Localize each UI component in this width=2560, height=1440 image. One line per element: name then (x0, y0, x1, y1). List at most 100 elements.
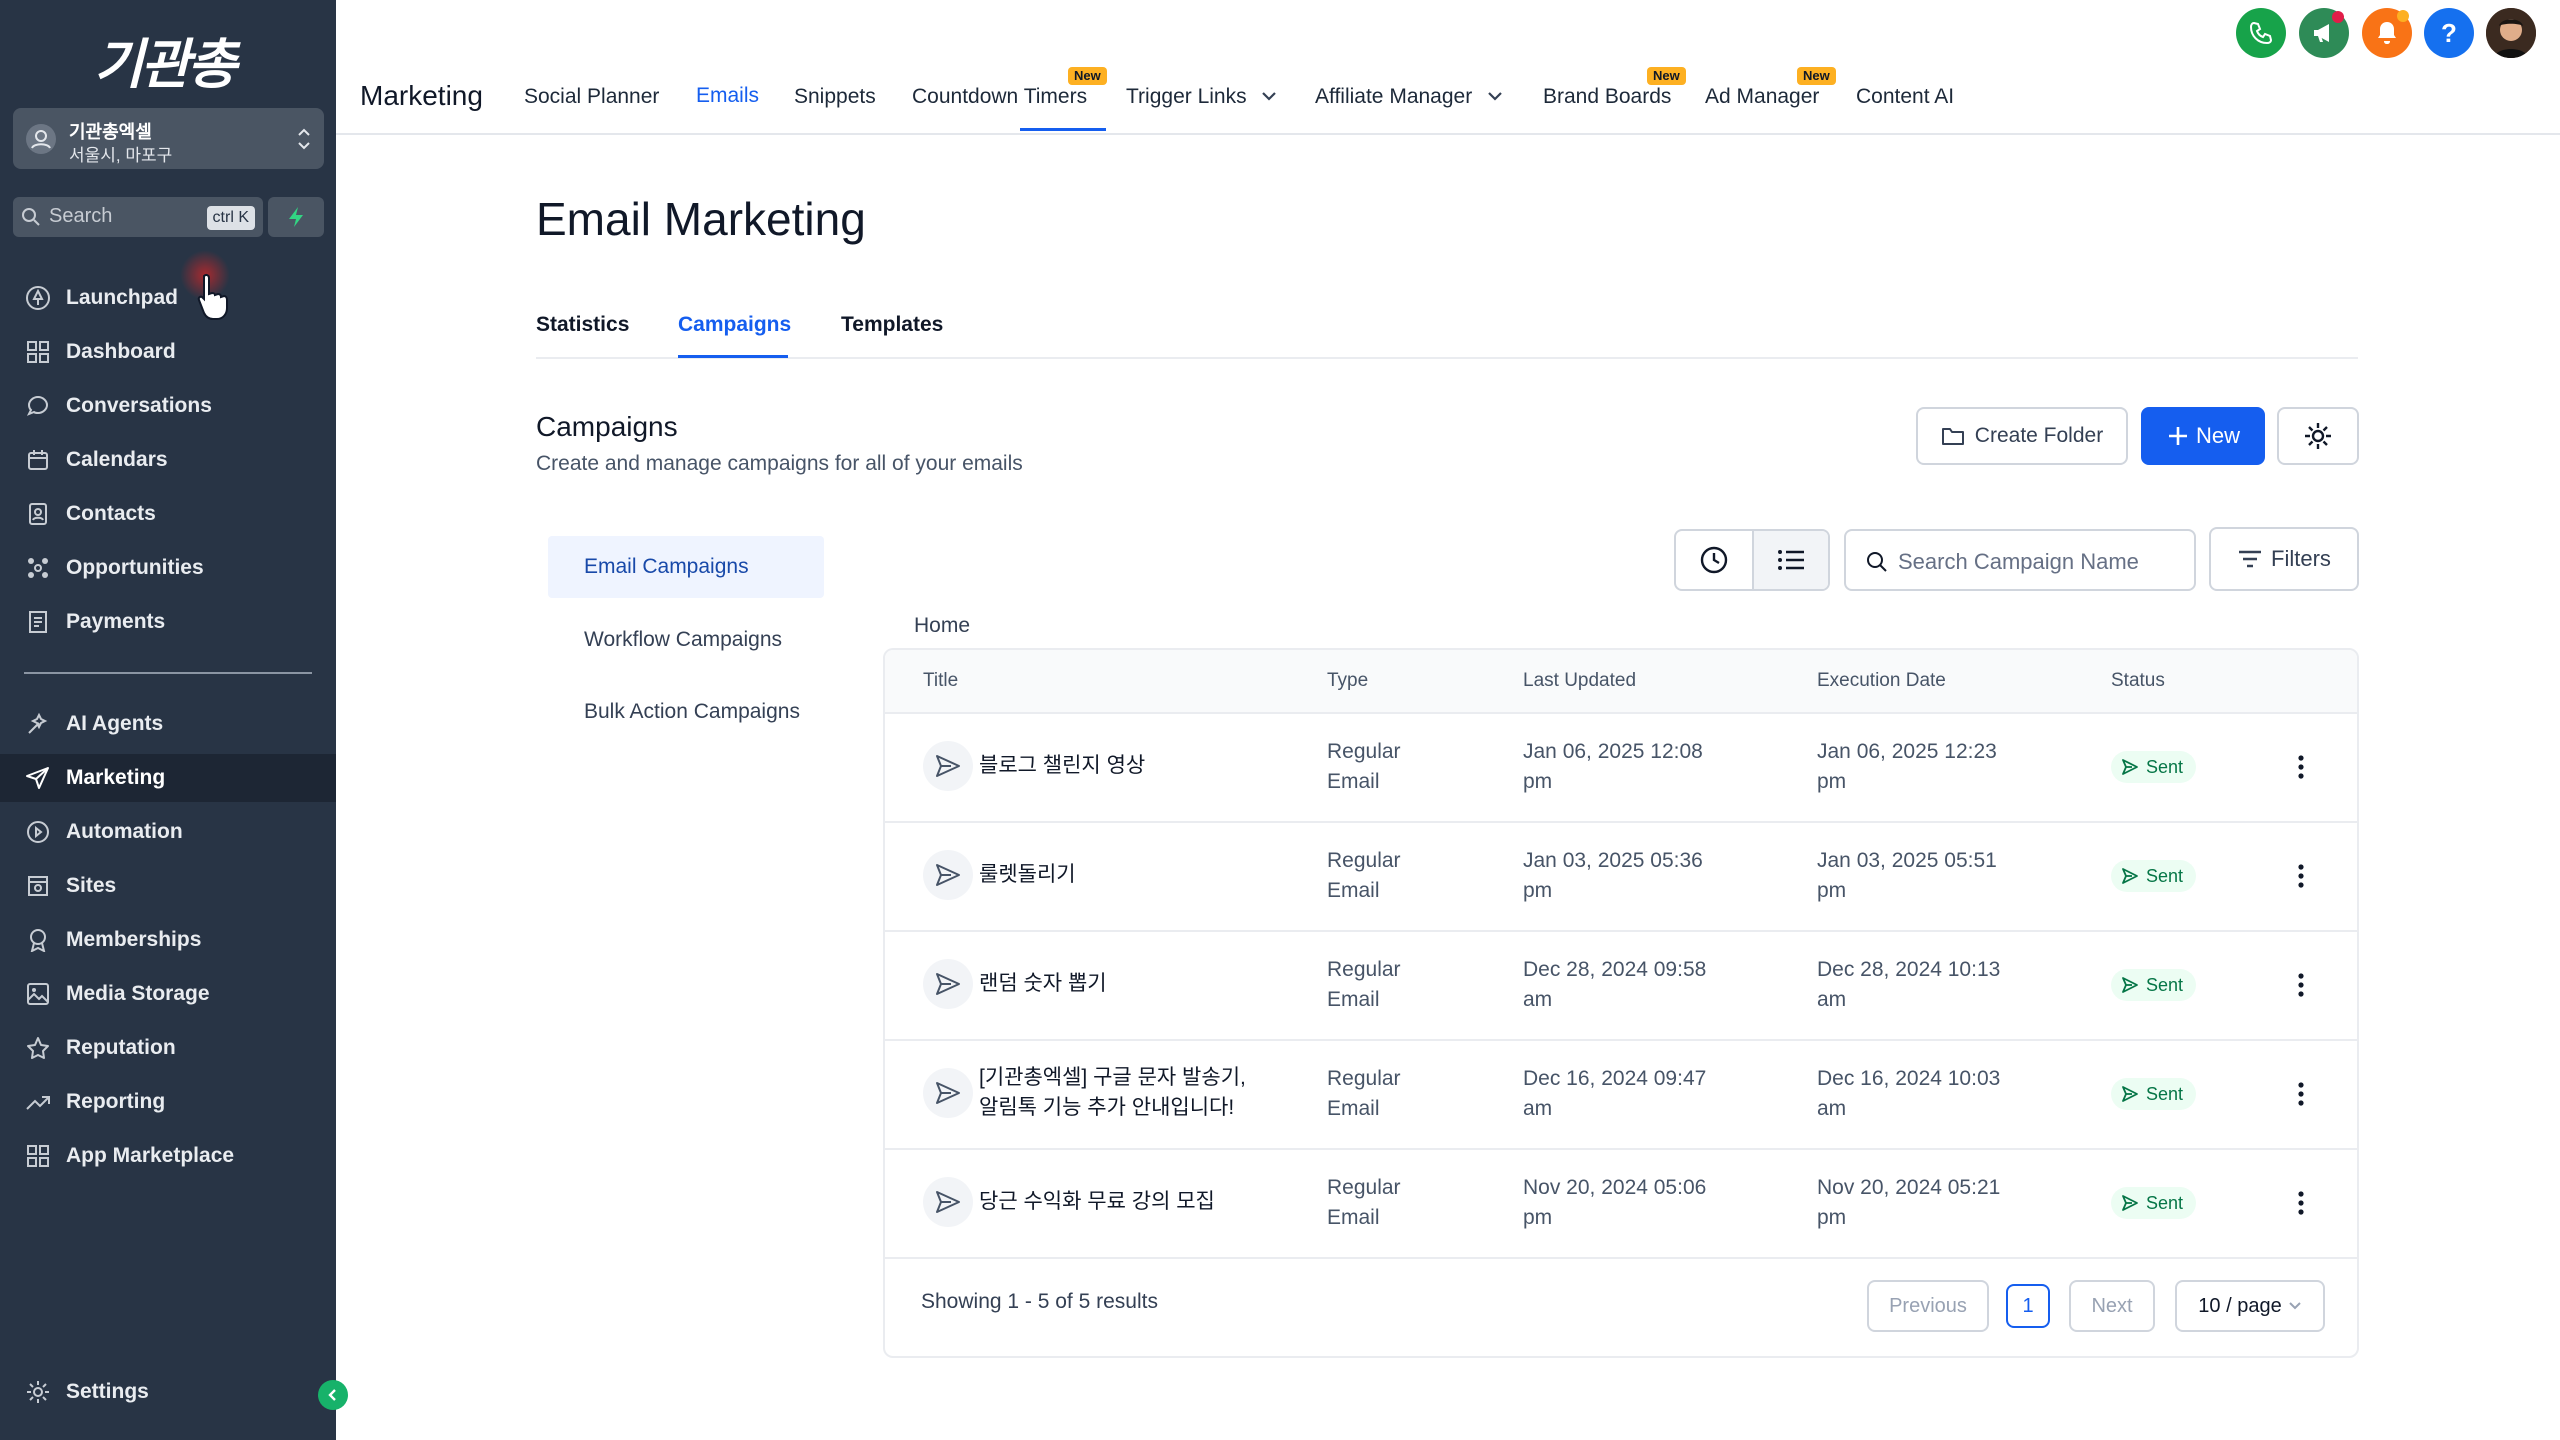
status-badge: Sent (2111, 860, 2197, 892)
tab-content-ai[interactable]: Content AI (1856, 85, 1954, 109)
date-line: Jan 06, 2025 12:23 (1817, 740, 1997, 763)
quick-action-button[interactable] (268, 197, 324, 237)
date-line: Dec 28, 2024 09:58 (1523, 958, 1707, 981)
megaphone-icon (2314, 24, 2329, 42)
sidebar-item-calendars[interactable]: Calendars (0, 436, 336, 484)
sidebar-item-label: Launchpad (66, 286, 179, 309)
date-line: Jan 03, 2025 05:51 (1817, 849, 1997, 872)
more-options-icon[interactable] (2295, 752, 2307, 782)
table-row[interactable]: 룰렛돌리기 Regular Email Jan 03, 2025 05:36 pm Jan… (885, 823, 2357, 932)
tab-campaigns[interactable]: Campaigns (678, 313, 791, 337)
settings-button[interactable] (2277, 407, 2359, 465)
tab-brand-boards[interactable]: Brand Boards (1543, 85, 1671, 109)
previous-button[interactable]: Previous (1867, 1280, 1989, 1332)
more-options-icon[interactable] (2295, 861, 2307, 891)
announcements-button[interactable] (2299, 8, 2349, 58)
sidebar-item-marketing[interactable]: Marketing (0, 754, 336, 802)
notifications-button[interactable] (2362, 8, 2412, 58)
time-suffix: am (1817, 1097, 1847, 1120)
column-title[interactable]: Title (923, 670, 958, 692)
campaign-title[interactable]: 블로그 챌린지 영상 (979, 751, 1145, 781)
time-suffix: pm (1523, 770, 1553, 793)
sidebar-search[interactable]: Search ctrl K (13, 197, 263, 237)
user-photo-icon (2486, 8, 2536, 58)
trend-icon (24, 1088, 52, 1116)
breadcrumb[interactable]: Home (914, 614, 970, 638)
tab-trigger-links[interactable]: Trigger Links (1126, 85, 1247, 109)
sidebar-item-payments[interactable]: Payments (0, 598, 336, 646)
table-row[interactable]: 랜덤 숫자 뽑기 Regular Email Dec 28, 2024 09:58 am… (885, 932, 2357, 1041)
sidebar-item-reporting[interactable]: Reporting (0, 1078, 336, 1126)
more-options-icon[interactable] (2295, 1079, 2307, 1109)
tab-snippets[interactable]: Snippets (794, 85, 876, 109)
campaign-type: Regular Email (1327, 955, 1427, 1015)
tab-countdown-timers[interactable]: Countdown Timers (912, 85, 1087, 109)
sidebar-item-opportunities[interactable]: Opportunities (0, 544, 336, 592)
tab-emails[interactable]: Emails (696, 84, 759, 108)
account-switcher[interactable]: 기관총엑셀 서울시, 마포구 (13, 108, 324, 169)
filters-button[interactable]: Filters (2209, 527, 2359, 591)
search-placeholder: Search Campaign Name (1898, 549, 2139, 574)
sidebar-item-launchpad[interactable]: Launchpad (0, 274, 336, 322)
sidebar-item-settings[interactable]: Settings (0, 1368, 336, 1416)
table-row[interactable]: [기관총엑셀] 구글 문자 발송기, 알림톡 기능 추가 안내입니다! Regula… (885, 1041, 2357, 1150)
tab-templates[interactable]: Templates (841, 313, 943, 337)
new-campaign-button[interactable]: New (2141, 407, 2265, 465)
page-size-select[interactable]: 10 / page (2175, 1280, 2325, 1332)
sidebar-item-media-storage[interactable]: Media Storage (0, 970, 336, 1018)
sidebar-item-label: Media Storage (66, 982, 210, 1005)
column-execution-date[interactable]: Execution Date (1817, 670, 1946, 692)
more-options-icon[interactable] (2295, 1188, 2307, 1218)
results-count: Showing 1 - 5 of 5 results (921, 1290, 1158, 1313)
help-button[interactable]: ? (2424, 8, 2474, 58)
sidebar-item-reputation[interactable]: Reputation (0, 1024, 336, 1072)
campaign-type: Regular Email (1327, 1173, 1427, 1233)
recent-view-button[interactable] (1676, 531, 1752, 589)
sidebar-item-app-marketplace[interactable]: App Marketplace (0, 1132, 336, 1180)
sidebar-item-sites[interactable]: Sites (0, 862, 336, 910)
phone-button[interactable] (2236, 8, 2286, 58)
campaign-title[interactable]: 당근 수익화 무료 강의 모집 (979, 1187, 1215, 1217)
column-type[interactable]: Type (1327, 670, 1368, 692)
more-options-icon[interactable] (2295, 970, 2307, 1000)
table-row[interactable]: 블로그 챌린지 영상 Regular Email Jan 06, 2025 12:08… (885, 714, 2357, 823)
time-suffix: am (1817, 988, 1847, 1011)
tab-affiliate-manager[interactable]: Affiliate Manager (1315, 85, 1472, 109)
table-row[interactable]: 당근 수익화 무료 강의 모집 Regular Email Nov 20, 2024 … (885, 1150, 2357, 1259)
column-status[interactable]: Status (2111, 670, 2165, 692)
campaign-title-line: 블로그 챌린지 영상 (979, 754, 1146, 777)
campaign-title[interactable]: [기관총엑셀] 구글 문자 발송기, 알림톡 기능 추가 안내입니다! (979, 1063, 1246, 1123)
page-1-button[interactable]: 1 (2006, 1284, 2050, 1328)
campaign-title[interactable]: 룰렛돌리기 (979, 860, 1076, 890)
next-button[interactable]: Next (2069, 1280, 2155, 1332)
sidebar-item-automation[interactable]: Automation (0, 808, 336, 856)
list-view-button[interactable] (1751, 531, 1828, 589)
sidebar-item-memberships[interactable]: Memberships (0, 916, 336, 964)
time-suffix: am (1523, 1097, 1553, 1120)
collapse-sidebar-button[interactable] (318, 1380, 348, 1410)
tab-ad-manager[interactable]: Ad Manager (1705, 85, 1819, 109)
nav-workflow-campaigns[interactable]: Workflow Campaigns (548, 609, 824, 671)
search-campaign-input[interactable]: Search Campaign Name (1844, 529, 2196, 591)
campaign-title-line: 룰렛돌리기 (979, 863, 1076, 886)
campaign-title[interactable]: 랜덤 숫자 뽑기 (979, 969, 1107, 999)
create-folder-button[interactable]: Create Folder (1916, 407, 2128, 465)
user-avatar[interactable] (2486, 8, 2536, 58)
sidebar-item-label: Marketing (66, 766, 166, 789)
hand-cursor-icon (197, 273, 228, 320)
sidebar-item-dashboard[interactable]: Dashboard (0, 328, 336, 376)
sidebar-item-ai-agents[interactable]: AI Agents (0, 700, 336, 748)
type-line: Regular (1327, 740, 1401, 763)
tab-statistics[interactable]: Statistics (536, 313, 629, 337)
tab-social-planner[interactable]: Social Planner (524, 85, 659, 109)
sidebar-item-contacts[interactable]: Contacts (0, 490, 336, 538)
column-last-updated[interactable]: Last Updated (1523, 670, 1636, 692)
nav-bulk-action-campaigns[interactable]: Bulk Action Campaigns (548, 681, 824, 743)
chat-icon (24, 392, 52, 420)
sidebar-item-label: Sites (66, 874, 117, 897)
sidebar-item-label: Conversations (66, 394, 212, 417)
rocket-icon (24, 284, 52, 312)
plus-icon (2168, 427, 2187, 445)
nav-email-campaigns[interactable]: Email Campaigns (548, 536, 824, 598)
sidebar-item-conversations[interactable]: Conversations (0, 382, 336, 430)
